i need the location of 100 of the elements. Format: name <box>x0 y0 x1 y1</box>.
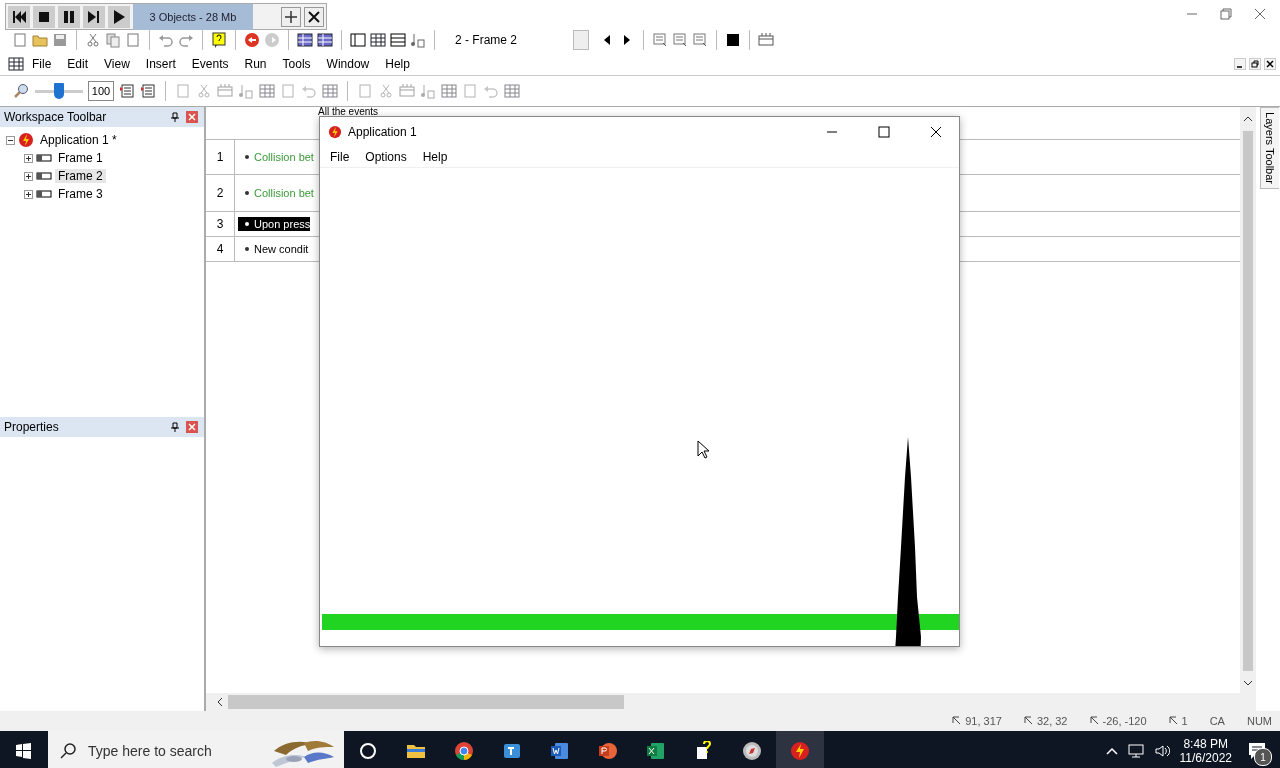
plus-icon[interactable] <box>284 9 298 24</box>
zoom-field[interactable]: 100 <box>88 81 114 101</box>
copy-icon[interactable] <box>105 32 121 48</box>
lightning-app-icon[interactable] <box>790 741 810 761</box>
cut-icon[interactable] <box>85 32 101 48</box>
scroll-down-icon[interactable] <box>1243 679 1253 687</box>
menu-item[interactable]: Window <box>318 55 378 73</box>
slider-thumb[interactable] <box>54 83 64 99</box>
document-app-icon[interactable] <box>550 741 570 761</box>
status-text: -26, -120 <box>1102 715 1147 727</box>
layers-icon <box>1168 716 1179 726</box>
music-note-icon[interactable] <box>410 32 426 48</box>
presentation-app-icon[interactable] <box>598 741 618 761</box>
film-icon[interactable] <box>758 32 774 48</box>
side-tab[interactable]: Layers Toolbar <box>1259 107 1279 189</box>
row-number: 1 <box>206 140 235 174</box>
menu-item[interactable]: Run <box>236 55 275 73</box>
tree-item[interactable]: Frame 2 <box>55 169 106 183</box>
square-icon[interactable] <box>725 32 741 48</box>
pause-icon[interactable] <box>61 8 77 25</box>
help-file-icon[interactable] <box>694 741 714 761</box>
event-condition[interactable]: Collision bet <box>238 186 314 200</box>
scroll-up-icon[interactable] <box>1243 115 1253 123</box>
menu-item[interactable]: Help <box>377 55 418 73</box>
network-icon[interactable] <box>1127 743 1144 759</box>
zoom-slider[interactable] <box>35 83 83 99</box>
zoom-icon[interactable] <box>14 83 30 99</box>
expand-icon[interactable] <box>24 171 33 181</box>
notification-count: 1 <box>1254 748 1272 766</box>
tree-item[interactable]: Frame 1 <box>55 151 106 165</box>
expand-icon[interactable] <box>24 189 33 199</box>
status-text: 1 <box>1181 715 1188 727</box>
list-icon[interactable] <box>672 32 688 48</box>
undo-icon[interactable] <box>158 32 174 48</box>
close-icon[interactable] <box>930 126 942 138</box>
chevron-up-icon[interactable] <box>1105 746 1118 756</box>
compass-icon[interactable] <box>742 741 762 761</box>
panel-icon[interactable] <box>350 32 366 48</box>
cursor-icon <box>697 440 711 459</box>
menu-item[interactable]: Edit <box>59 55 97 73</box>
menu-item[interactable]: View <box>96 55 138 73</box>
chat-app-icon[interactable] <box>502 741 522 761</box>
vertical-scrollbar[interactable] <box>1240 107 1256 711</box>
menu-item[interactable]: File <box>322 148 358 166</box>
skip-back-icon[interactable] <box>11 8 27 25</box>
windows-logo-icon[interactable] <box>16 743 32 759</box>
bullet-icon <box>245 155 249 159</box>
rows-icon[interactable] <box>390 32 406 48</box>
event-condition[interactable]: New condit <box>238 242 309 256</box>
browser-icon[interactable] <box>454 741 474 761</box>
scroll-left-icon[interactable] <box>216 697 224 707</box>
list-arrow-icon[interactable] <box>119 83 135 99</box>
grid-icon[interactable] <box>370 32 386 48</box>
redo-icon[interactable] <box>178 32 194 48</box>
menu-item[interactable]: Help <box>414 148 456 166</box>
help-icon[interactable] <box>211 32 227 48</box>
close-icon[interactable] <box>307 9 321 24</box>
minimize-icon[interactable] <box>1234 58 1246 70</box>
expand-icon[interactable] <box>24 153 33 163</box>
tree-item[interactable]: Application 1 * <box>37 133 120 147</box>
list-grid-icon[interactable] <box>297 32 313 48</box>
selection-icon <box>1023 716 1034 726</box>
list-icon[interactable] <box>652 32 668 48</box>
lightning-icon <box>18 132 34 148</box>
scroll-thumb[interactable] <box>1243 131 1253 671</box>
back-circle-icon[interactable] <box>244 32 260 48</box>
lightning-icon <box>328 125 342 139</box>
open-folder-icon[interactable] <box>32 32 48 48</box>
menu-item[interactable]: File <box>24 55 60 73</box>
pin-icon[interactable] <box>170 112 180 122</box>
tree-item[interactable]: Frame 3 <box>55 187 106 201</box>
row-number: 4 <box>206 237 235 261</box>
column-header: All the events <box>318 106 379 117</box>
menu-item[interactable]: Insert <box>137 55 184 73</box>
bullet-icon <box>245 191 249 195</box>
menu-item[interactable]: Events <box>183 55 237 73</box>
menu-item[interactable]: Options <box>357 148 415 166</box>
bullet-icon <box>245 222 249 226</box>
step-forward-icon[interactable] <box>86 8 102 25</box>
event-condition[interactable]: Upon press <box>238 217 311 231</box>
event-condition[interactable]: Collision bet <box>238 150 314 164</box>
list-arrow-icon[interactable] <box>140 83 156 99</box>
play-icon[interactable] <box>111 8 127 25</box>
window-title: Application 1 <box>348 125 418 139</box>
status-text: CA <box>1208 715 1226 727</box>
menu-item[interactable]: Tools <box>274 55 319 73</box>
grid-icon[interactable] <box>317 32 333 48</box>
maximize-icon[interactable] <box>878 126 890 138</box>
pin-icon[interactable] <box>170 422 180 432</box>
status-text: NUM <box>1245 715 1273 727</box>
circle-icon[interactable] <box>358 741 378 761</box>
spreadsheet-app-icon[interactable] <box>646 741 666 761</box>
restore-icon[interactable] <box>1249 58 1261 70</box>
save-icon[interactable] <box>52 32 68 48</box>
list-icon[interactable] <box>692 32 708 48</box>
scroll-thumb[interactable] <box>228 695 624 709</box>
search-icon <box>60 743 76 759</box>
volume-icon[interactable] <box>1153 743 1170 759</box>
collapse-icon[interactable] <box>6 135 15 145</box>
clock-time: 8:48 PM <box>1182 737 1230 751</box>
